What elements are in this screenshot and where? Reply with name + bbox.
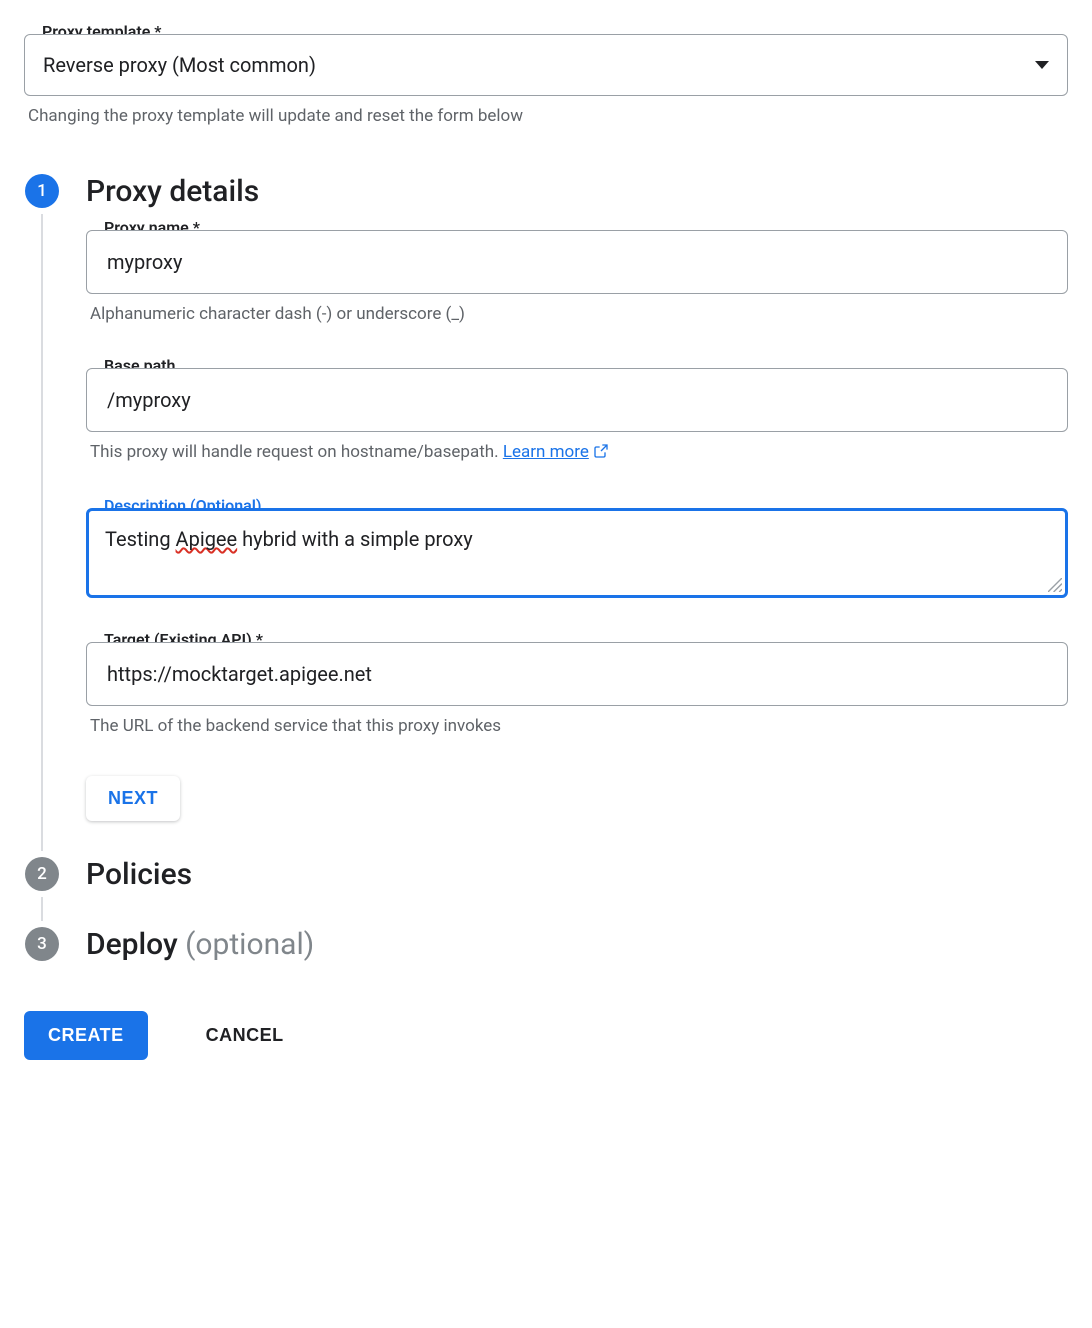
step-title-deploy[interactable]: Deploy (optional) [86, 927, 1068, 963]
description-field: Description (Optional) Testing Apigee hy… [86, 508, 1068, 598]
proxy-template-value: Reverse proxy (Most common) [43, 51, 316, 79]
base-path-help: This proxy will handle request on hostna… [90, 442, 1064, 464]
step-connector [41, 897, 43, 921]
base-path-input[interactable] [105, 385, 1049, 415]
target-input[interactable] [105, 659, 1049, 689]
step-proxy-details: 1 Proxy details Proxy name * Alphanumeri… [24, 174, 1068, 857]
step-policies: 2 Policies [24, 857, 1068, 927]
description-textarea[interactable]: Testing Apigee hybrid with a simple prox… [105, 525, 1049, 581]
step-number-3: 3 [25, 927, 59, 961]
proxy-name-input[interactable] [105, 247, 1049, 277]
step-number-1: 1 [25, 174, 59, 208]
step-title-proxy-details: Proxy details [86, 174, 1068, 210]
create-button[interactable]: CREATE [24, 1011, 148, 1060]
proxy-name-help: Alphanumeric character dash (-) or under… [90, 304, 1064, 324]
step-connector [41, 214, 43, 851]
proxy-template-select[interactable]: Reverse proxy (Most common) [24, 34, 1068, 96]
footer-actions: CREATE CANCEL [24, 1011, 1068, 1060]
step-number-2: 2 [25, 857, 59, 891]
external-link-icon [593, 443, 609, 464]
resize-handle-icon[interactable] [1048, 578, 1062, 592]
step-title-policies[interactable]: Policies [86, 857, 1068, 893]
step-deploy: 3 Deploy (optional) [24, 927, 1068, 963]
proxy-template-field: Proxy template * Reverse proxy (Most com… [24, 34, 1068, 126]
target-help: The URL of the backend service that this… [90, 716, 1064, 736]
cancel-button[interactable]: CANCEL [198, 1011, 292, 1060]
stepper: 1 Proxy details Proxy name * Alphanumeri… [24, 174, 1068, 963]
proxy-name-field: Proxy name * Alphanumeric character dash… [86, 230, 1068, 324]
target-field: Target (Existing API) * The URL of the b… [86, 642, 1068, 736]
proxy-template-help: Changing the proxy template will update … [28, 106, 1064, 126]
base-path-field: Base path This proxy will handle request… [86, 368, 1068, 464]
chevron-down-icon [1035, 61, 1049, 69]
learn-more-link[interactable]: Learn more [503, 442, 589, 462]
next-button[interactable]: NEXT [86, 776, 180, 821]
